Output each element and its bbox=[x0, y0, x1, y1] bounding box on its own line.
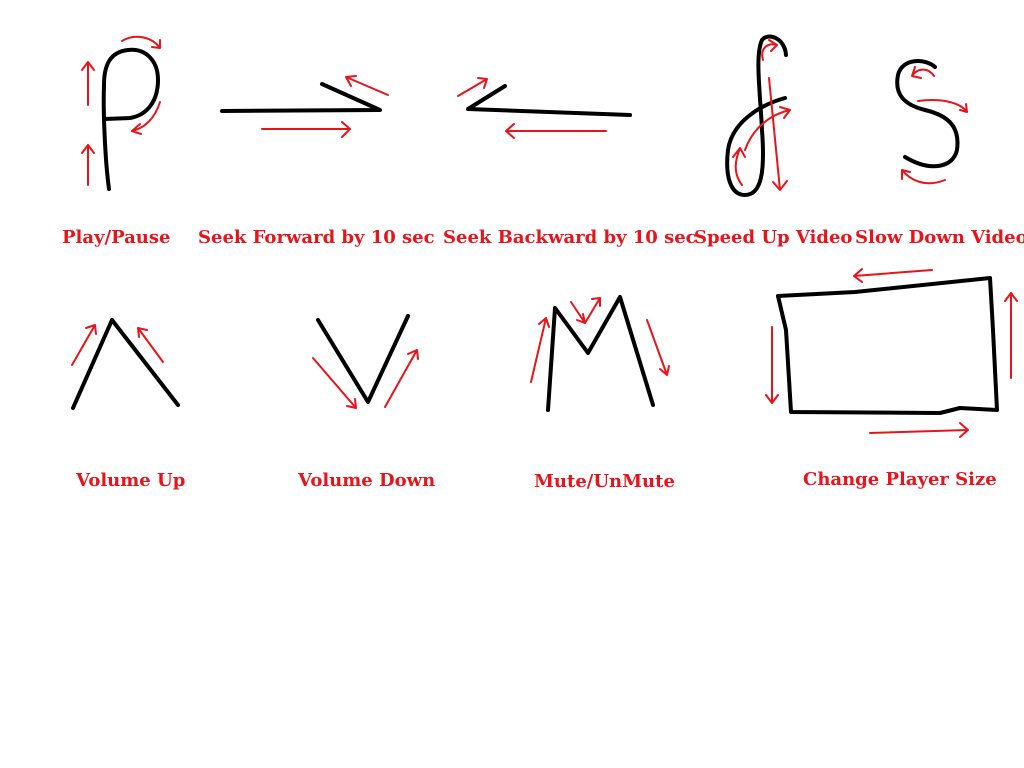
arrow-down-icon bbox=[765, 326, 779, 404]
gesture-drawings bbox=[71, 34, 1018, 438]
arrow-right-icon bbox=[869, 422, 969, 438]
player-size-gesture bbox=[765, 268, 1018, 438]
arrow-up-left-icon bbox=[345, 75, 389, 96]
label-slow-down: Slow Down Video bbox=[855, 227, 1024, 248]
arrow-down-right-icon bbox=[570, 301, 586, 324]
label-play-pause: Play/Pause bbox=[62, 227, 171, 248]
label-player-size: Change Player Size bbox=[803, 469, 997, 490]
arrow-down-right-icon bbox=[312, 357, 357, 409]
arrow-up-right-icon bbox=[457, 77, 488, 97]
arrow-left-icon bbox=[853, 268, 933, 283]
arrow-down-icon bbox=[768, 77, 788, 191]
curved-arrow-icon bbox=[121, 35, 161, 49]
curved-arrow-icon bbox=[732, 147, 746, 186]
arrow-up-right-icon bbox=[71, 324, 97, 366]
slow-down-gesture bbox=[895, 59, 968, 185]
label-speed-up: Speed Up Video bbox=[694, 227, 853, 248]
speed-up-gesture bbox=[725, 34, 791, 197]
label-volume-up: Volume Up bbox=[76, 470, 186, 491]
play-pause-gesture bbox=[81, 35, 161, 191]
arrow-down-icon bbox=[646, 319, 670, 376]
volume-down-gesture bbox=[312, 314, 419, 409]
label-seek-forward: Seek Forward by 10 sec bbox=[198, 227, 435, 248]
curved-arrow-icon bbox=[911, 66, 935, 79]
arrow-up-icon bbox=[1004, 292, 1018, 379]
volume-up-gesture bbox=[71, 318, 180, 410]
curved-arrow-icon bbox=[761, 39, 778, 61]
label-mute: Mute/UnMute bbox=[534, 471, 675, 492]
arrow-up-icon bbox=[81, 61, 95, 106]
label-seek-backward: Seek Backward by 10 sec bbox=[443, 227, 697, 248]
curved-arrow-icon bbox=[901, 169, 946, 185]
arrow-right-icon bbox=[261, 121, 351, 138]
label-volume-down: Volume Down bbox=[298, 470, 436, 491]
arrow-left-icon bbox=[505, 123, 607, 139]
arrow-up-icon bbox=[81, 144, 95, 186]
seek-backward-gesture bbox=[457, 77, 632, 139]
mute-gesture bbox=[530, 295, 670, 412]
arrow-up-icon bbox=[530, 317, 550, 383]
seek-forward-gesture bbox=[220, 75, 389, 138]
arrow-up-right-icon bbox=[584, 297, 601, 324]
gesture-diagram: Play/Pause Seek Forward by 10 sec Seek B… bbox=[0, 0, 1024, 768]
